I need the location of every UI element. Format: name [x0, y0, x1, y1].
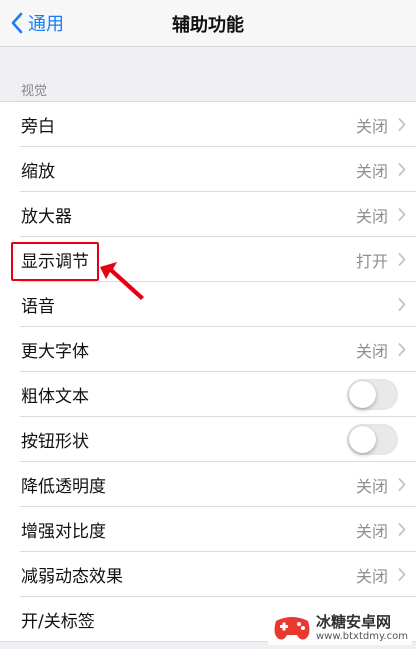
chevron-right-icon [398, 207, 406, 222]
row-label: 粗体文本 [21, 387, 89, 407]
row-label: 增强对比度 [21, 522, 106, 542]
row-label: 语音 [21, 297, 55, 317]
row-value: 关闭 [355, 341, 388, 361]
chevron-right-icon [398, 522, 406, 537]
chevron-right-icon [398, 477, 406, 492]
row-speech[interactable]: 语音 [0, 282, 416, 327]
chevron-right-icon [398, 342, 406, 357]
row-reduce-transparency[interactable]: 降低透明度 关闭 [0, 462, 416, 507]
game-controller-logo-icon [274, 617, 310, 640]
chevron-right-icon [398, 297, 406, 312]
row-larger-text[interactable]: 更大字体 关闭 [0, 327, 416, 372]
row-magnifier[interactable]: 放大器 关闭 [0, 192, 416, 237]
row-increase-contrast[interactable]: 增强对比度 关闭 [0, 507, 416, 552]
row-label: 按钮形状 [21, 432, 89, 452]
chevron-right-icon [398, 252, 406, 267]
bold-text-toggle[interactable] [347, 379, 398, 410]
row-label: 缩放 [21, 162, 55, 182]
row-button-shapes: 按钮形状 [0, 417, 416, 462]
row-value: 关闭 [355, 161, 388, 181]
button-shapes-toggle[interactable] [347, 424, 398, 455]
row-value: 打开 [355, 251, 388, 271]
settings-list: 旁白 关闭 缩放 关闭 放大器 关闭 显示调节 打开 语音 更大字体 关闭 粗体… [0, 101, 416, 642]
watermark: 冰糖安卓网 www.btxtdmy.com [267, 611, 412, 645]
section-header-vision: 视觉 [21, 84, 48, 99]
watermark-url: www.btxtdmy.com [315, 630, 408, 642]
row-label: 显示调节 [21, 252, 89, 272]
page-title: 辅助功能 [172, 15, 244, 36]
row-value: 关闭 [355, 116, 388, 136]
toggle-knob [349, 381, 376, 408]
row-value: 关闭 [355, 476, 388, 496]
toggle-knob [349, 426, 376, 453]
chevron-right-icon [398, 117, 406, 132]
row-label: 减弱动态效果 [21, 567, 123, 587]
row-label: 旁白 [21, 117, 55, 137]
row-label: 降低透明度 [21, 477, 106, 497]
row-value: 关闭 [355, 521, 388, 541]
row-value: 关闭 [355, 566, 388, 586]
navigation-bar: 通用 辅助功能 [0, 0, 416, 47]
row-bold-text: 粗体文本 [0, 372, 416, 417]
annotation-arrow-icon [100, 262, 144, 300]
watermark-name: 冰糖安卓网 [315, 612, 391, 631]
row-label: 开/关标签 [21, 612, 95, 632]
row-value: 关闭 [355, 206, 388, 226]
row-label: 放大器 [21, 207, 72, 227]
row-zoom[interactable]: 缩放 关闭 [0, 147, 416, 192]
chevron-right-icon [398, 567, 406, 582]
row-display-accommodations[interactable]: 显示调节 打开 [0, 237, 416, 282]
chevron-right-icon [398, 162, 406, 177]
row-label: 更大字体 [21, 342, 89, 362]
row-voiceover[interactable]: 旁白 关闭 [0, 102, 416, 147]
row-reduce-motion[interactable]: 减弱动态效果 关闭 [0, 552, 416, 597]
